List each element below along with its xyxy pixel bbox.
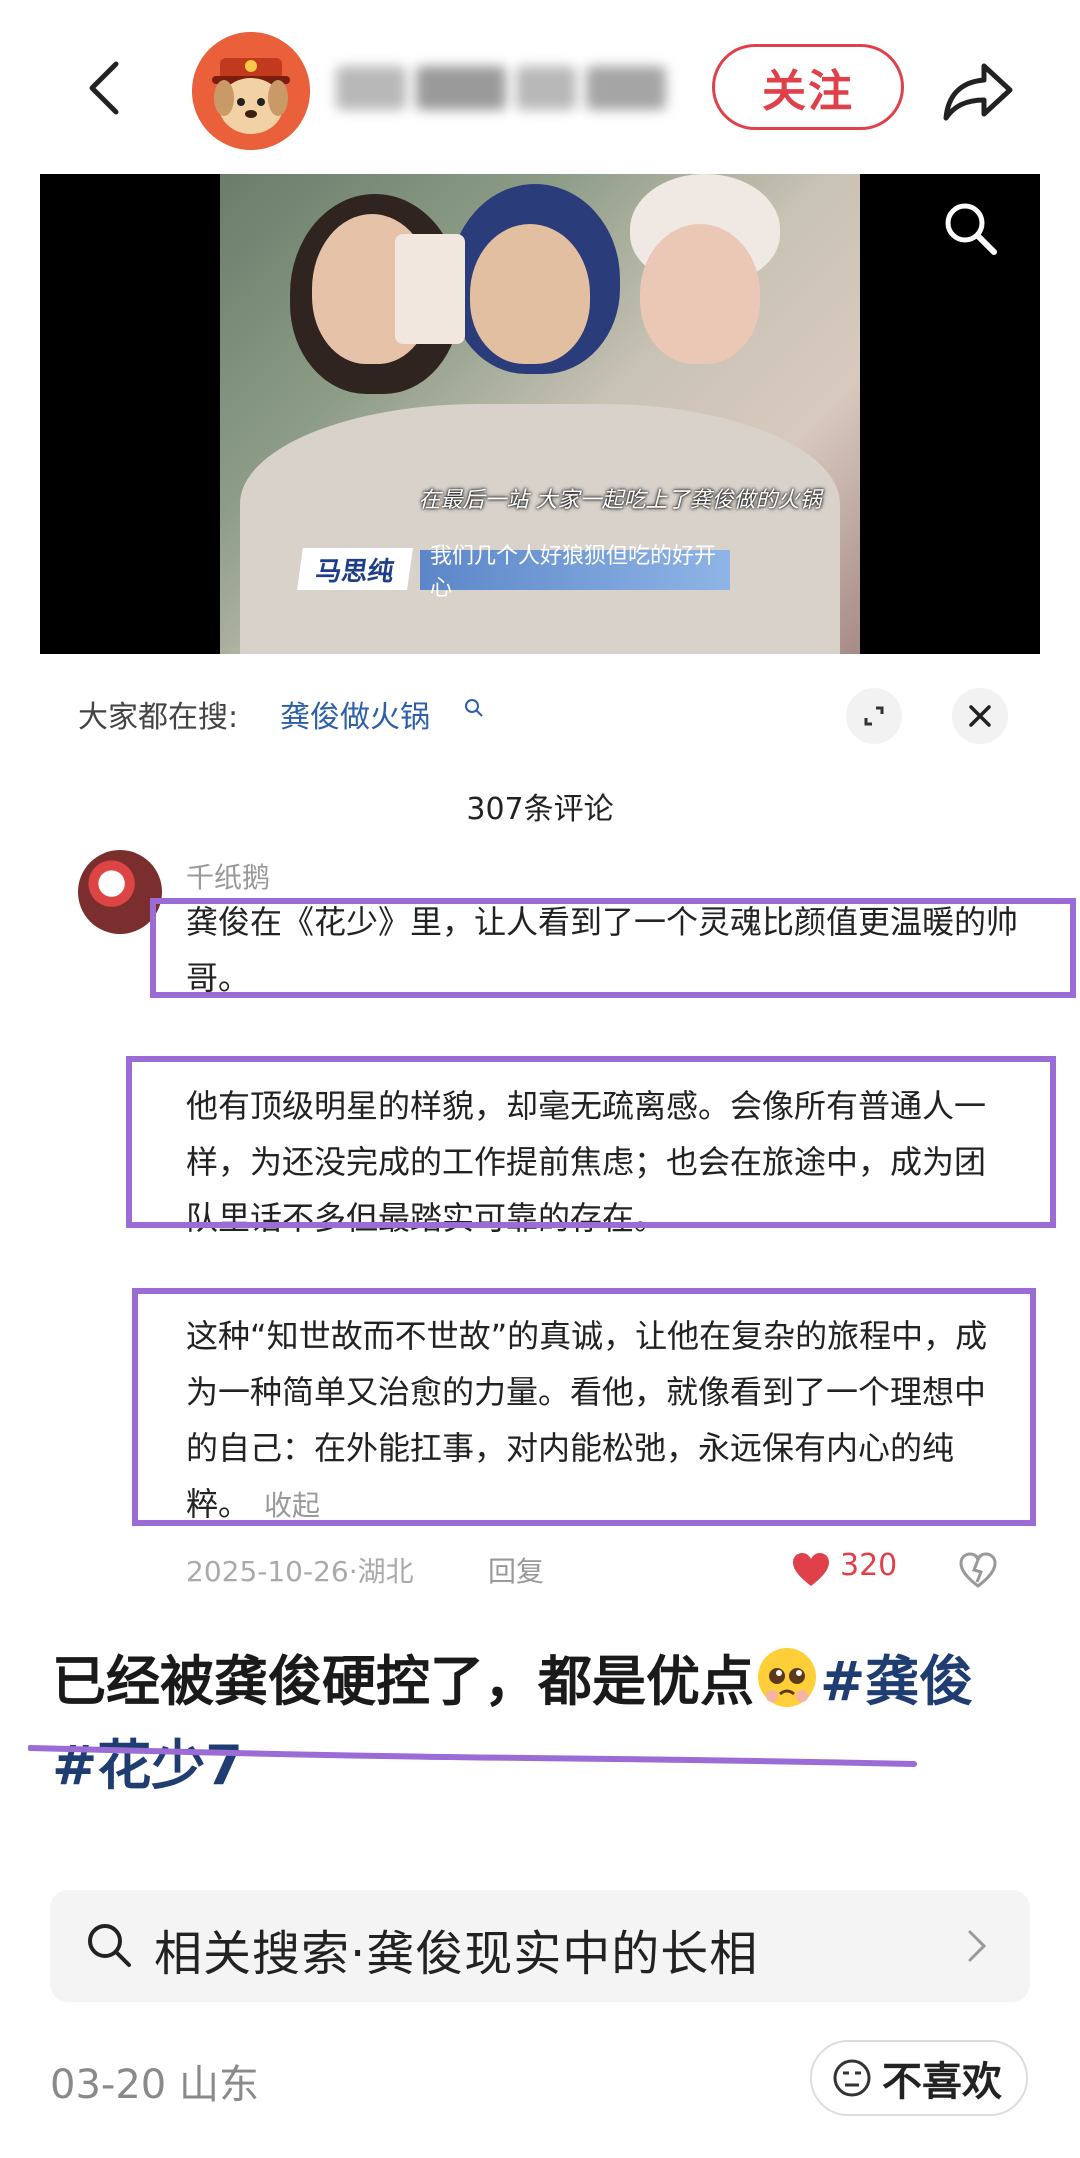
follow-button[interactable]: 关注 [712, 44, 904, 130]
search-icon[interactable] [940, 198, 1000, 258]
purple-underline-annotation [28, 1745, 917, 1767]
highlight-box-1 [150, 898, 1076, 998]
comments-panel: 大家都在搜: 龚俊做火锅 307条评论 千纸鹅 龚俊在《花少》里，让人看到了一个… [40, 660, 1076, 1600]
comment-meta: 2025-10-26·湖北 [186, 1555, 414, 1588]
highlight-box-3 [132, 1288, 1036, 1526]
small-search-icon [465, 699, 483, 717]
face-right [640, 224, 760, 364]
search-icon [88, 1924, 131, 1967]
heart-icon[interactable] [792, 1552, 830, 1588]
chevron-right-icon [968, 1930, 987, 1962]
author-name-blurred [336, 50, 696, 120]
close-icon[interactable] [952, 688, 1008, 744]
video-frame: 在最后一站 大家一起吃上了龚俊做的火锅 马思纯 我们几个人好狼狈但吃的好开心 [220, 174, 860, 654]
dog-avatar-icon [192, 32, 310, 150]
related-search-text: 相关搜索·龚俊现实中的长相 [154, 1926, 759, 1982]
comment-count: 307条评论 [466, 792, 614, 827]
neutral-face-icon [833, 2059, 871, 2097]
video-name-tag: 马思纯 [297, 548, 413, 590]
author-avatar[interactable] [192, 32, 310, 150]
drink-cup [395, 234, 465, 344]
post-caption: 已经被龚俊硬控了，都是优点 #龚俊#花少7 [52, 1640, 1012, 1808]
like-count: 320 [840, 1548, 898, 1583]
expand-icon[interactable] [846, 688, 902, 744]
not-interested-button[interactable]: 不喜欢 [810, 2040, 1028, 2116]
trending-search-link[interactable]: 龚俊做火锅 [280, 692, 430, 736]
video-player[interactable]: 在最后一站 大家一起吃上了龚俊做的火锅 马思纯 我们几个人好狼狈但吃的好开心 [40, 174, 1040, 654]
pleading-face-emoji-icon [758, 1648, 816, 1707]
video-subtitle-top: 在最后一站 大家一起吃上了龚俊做的火锅 [418, 488, 822, 513]
dislike-heart-icon[interactable] [958, 1550, 998, 1590]
video-subtitle-bottom: 我们几个人好狼狈但吃的好开心 [420, 544, 730, 601]
related-search-bar[interactable]: 相关搜索·龚俊现实中的长相 [50, 1890, 1030, 2002]
back-arrow-icon[interactable] [78, 58, 138, 118]
trending-search-prefix: 大家都在搜: [78, 700, 239, 735]
not-interested-label: 不喜欢 [882, 2059, 1002, 2105]
reply-button[interactable]: 回复 [488, 1550, 544, 1590]
face-middle [470, 224, 590, 364]
share-icon[interactable] [940, 52, 1016, 128]
bodies [240, 404, 840, 654]
highlight-box-2 [126, 1056, 1056, 1228]
caption-text: 已经被龚俊硬控了，都是优点 [52, 1650, 754, 1713]
commenter-username[interactable]: 千纸鹅 [186, 856, 270, 896]
post-date-location: 03-20 山东 [50, 2062, 259, 2108]
